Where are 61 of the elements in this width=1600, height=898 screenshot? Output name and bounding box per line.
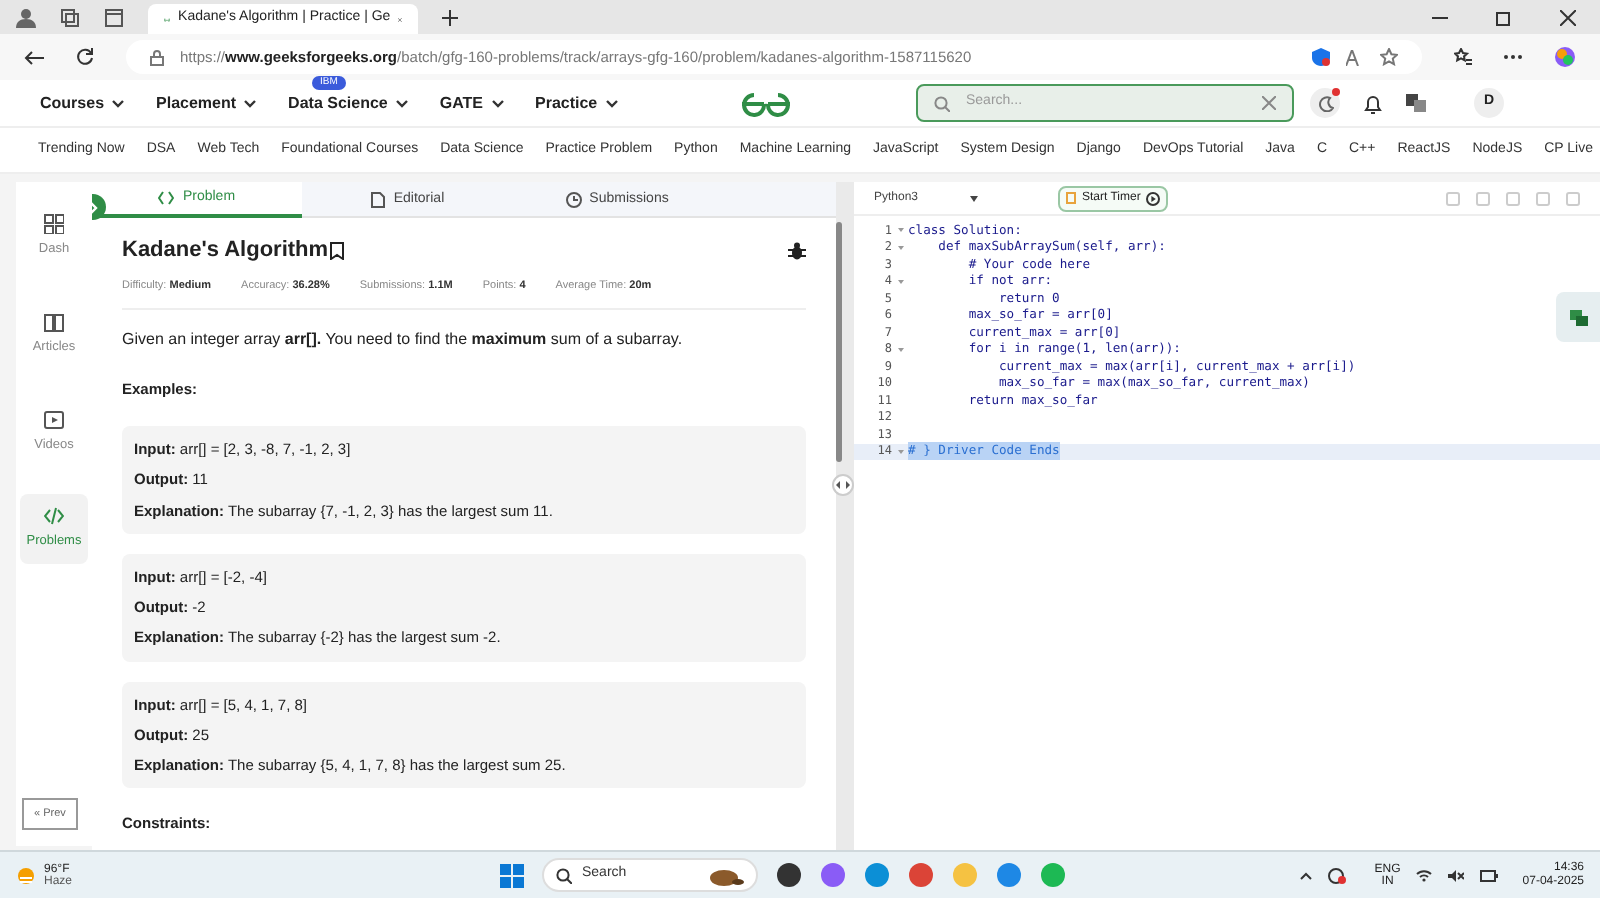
code-icon	[158, 190, 175, 206]
document-icon	[369, 192, 386, 208]
code-icon	[44, 506, 64, 527]
resize-arrows-icon	[836, 479, 850, 489]
notification-dot-icon	[1332, 88, 1340, 96]
profile-icon	[16, 7, 36, 27]
chevron-up-icon	[1300, 871, 1313, 879]
back-icon	[24, 49, 44, 65]
bell-icon	[1364, 93, 1382, 113]
video-icon	[44, 409, 64, 429]
problem-title: Kadane's Algorithm	[122, 236, 329, 266]
chevron-down-icon	[244, 99, 257, 107]
grid-icon	[44, 214, 64, 234]
wifi-icon	[1416, 869, 1433, 881]
chevron-down-icon	[491, 99, 503, 107]
lock-icon	[150, 49, 164, 65]
search-icon	[934, 95, 950, 111]
notifications-button[interactable]	[1364, 93, 1382, 113]
shield-icon	[1312, 48, 1330, 66]
search-icon	[556, 867, 572, 883]
chat-button[interactable]	[1556, 292, 1600, 342]
nav-menu[interactable]: GATE	[439, 91, 503, 115]
timer-icon	[1066, 192, 1076, 204]
caret-icon	[970, 195, 978, 201]
sun-haze-icon	[16, 865, 36, 885]
volume-muted-icon	[1448, 869, 1465, 881]
translate-button[interactable]	[1406, 94, 1426, 112]
workspaces-icon	[60, 7, 80, 27]
bug-icon	[788, 241, 806, 260]
chevron-down-icon	[605, 99, 618, 107]
beaver-icon	[704, 865, 744, 885]
tab-icon	[104, 7, 124, 27]
moon-icon	[1317, 95, 1333, 111]
clear-icon	[1262, 96, 1276, 110]
new-tab-icon	[442, 9, 458, 25]
favorites-list-icon	[1454, 48, 1472, 66]
resize-handle[interactable]	[832, 473, 854, 495]
nav-menu[interactable]: Courses	[40, 91, 125, 115]
bookmark-icon	[330, 241, 345, 260]
chevron-down-icon	[112, 99, 125, 107]
more-icon	[1504, 54, 1522, 60]
problem-description: Given an integer array arr[]. You need to find the maximum sum of a subarray.	[122, 327, 685, 352]
chat-icon	[1569, 309, 1587, 325]
clock-icon	[565, 192, 582, 208]
maximize-icon	[1496, 9, 1512, 25]
read-aloud-icon	[1346, 49, 1364, 65]
scrollbar-thumb[interactable]	[836, 222, 842, 462]
site-logo-icon	[736, 89, 796, 117]
windows-start-icon	[500, 863, 524, 887]
network-alert-icon	[1328, 867, 1347, 883]
battery-icon	[1480, 869, 1499, 881]
favorite-icon	[1380, 48, 1398, 66]
nav-menu[interactable]: Practice	[535, 91, 618, 115]
play-icon	[1146, 191, 1161, 205]
chevron-down-icon	[395, 99, 408, 107]
close-icon	[1560, 9, 1576, 25]
book-icon	[44, 311, 64, 332]
nav-menu[interactable]: Placement	[156, 91, 257, 115]
refresh-icon	[76, 48, 94, 66]
theme-toggle[interactable]	[1310, 88, 1340, 118]
translate-icon	[1406, 94, 1426, 112]
